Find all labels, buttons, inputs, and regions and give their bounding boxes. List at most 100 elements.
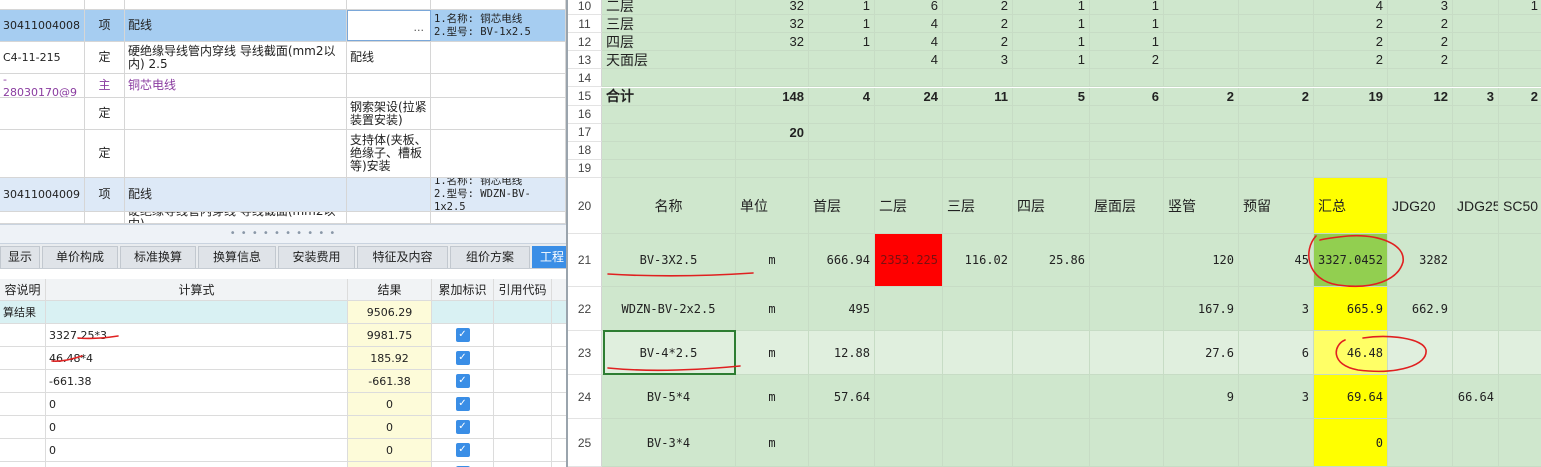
sheet-cell[interactable]: 2	[1314, 15, 1388, 34]
row-header[interactable]: 19	[568, 159, 602, 178]
sheet-cell[interactable]: 120	[1164, 234, 1239, 287]
sheet-cell[interactable]	[809, 51, 875, 70]
calc-row[interactable]: 3327.25*3 9981.75 ✓	[0, 324, 566, 347]
sheet-cell[interactable]	[1090, 331, 1164, 375]
sheet-cell[interactable]	[1090, 123, 1164, 142]
sheet-cell[interactable]	[1239, 123, 1314, 142]
sheet-cell[interactable]: 2	[1388, 33, 1453, 52]
sheet-cell[interactable]: 665.9	[1314, 287, 1388, 331]
sheet-cell[interactable]	[1314, 69, 1388, 88]
sheet-cell[interactable]: 2	[1164, 87, 1239, 106]
sheet-cell[interactable]: 9	[1164, 375, 1239, 419]
sheet-cell[interactable]	[1388, 375, 1453, 419]
bill-feature-cell[interactable]	[347, 74, 431, 97]
tab-6[interactable]: 组价方案	[450, 246, 530, 268]
bill-type-cell[interactable]: 项	[85, 178, 125, 211]
sheet-cell[interactable]: 69.64	[1314, 375, 1388, 419]
sheet-cell[interactable]	[875, 375, 943, 419]
calc-desc-cell[interactable]	[0, 462, 46, 467]
row-header[interactable]: 11	[568, 15, 602, 34]
sheet-cell[interactable]	[875, 105, 943, 124]
sheet-cell[interactable]	[1388, 123, 1453, 142]
sheet-cell[interactable]	[1453, 159, 1499, 178]
sheet-cell[interactable]	[1499, 234, 1541, 287]
bill-row[interactable]: 定 钢索架设(拉紧装置安装)	[0, 98, 566, 130]
calc-accumulate-cell[interactable]: ✓	[432, 416, 494, 438]
bill-desc-cell[interactable]: 1.名称: 铜芯电线 2.型号: BV-1x2.5	[431, 10, 566, 41]
sheet-cell[interactable]: 4	[875, 15, 943, 34]
bill-type-cell[interactable]	[85, 0, 125, 9]
sheet-cell[interactable]: 12.88	[809, 331, 875, 375]
sheet-cell[interactable]	[875, 287, 943, 331]
sheet-cell[interactable]	[1499, 15, 1541, 34]
sheet-cell[interactable]	[1453, 33, 1499, 52]
sheet-cell[interactable]	[1164, 0, 1239, 15]
sheet-header-cell[interactable]: 竖管	[1164, 178, 1239, 234]
bill-row[interactable]: 硬绝缘导线管内穿线 导线截面(mm2以内)	[0, 212, 566, 224]
sheet-cell[interactable]	[1453, 123, 1499, 142]
sheet-cell[interactable]	[943, 159, 1013, 178]
sheet-cell[interactable]: 6	[1090, 87, 1164, 106]
sheet-cell[interactable]: 1	[809, 15, 875, 34]
sheet-cell[interactable]: 1	[1013, 0, 1090, 15]
sheet-cell[interactable]	[1453, 0, 1499, 15]
bill-feature-cell[interactable]	[347, 212, 431, 223]
sheet-cell[interactable]: 2	[1314, 33, 1388, 52]
sheet-cell[interactable]	[602, 141, 736, 160]
row-header[interactable]: 14	[568, 69, 602, 88]
sheet-cell[interactable]	[809, 123, 875, 142]
bill-code-cell[interactable]	[0, 212, 85, 223]
bill-code-cell[interactable]	[0, 0, 85, 9]
sheet-cell[interactable]	[943, 331, 1013, 375]
calc-ref-cell[interactable]	[494, 416, 552, 438]
bill-type-cell[interactable]: 主	[85, 74, 125, 97]
sheet-cell[interactable]: 2	[1388, 15, 1453, 34]
calc-expr-cell[interactable]: 0	[46, 416, 348, 438]
calc-ref-cell[interactable]	[494, 370, 552, 392]
bill-feature-cell[interactable]: 钢索架设(拉紧装置安装)	[347, 98, 431, 129]
bill-row[interactable]: 30411004009 项 配线 1.名称: 铜芯电线 2.型号: WDZN-BV-1…	[0, 178, 566, 212]
sheet-cell[interactable]: 2	[1388, 51, 1453, 70]
sheet-header-cell[interactable]: 名称	[602, 178, 736, 234]
sheet-cell[interactable]: BV-5*4	[602, 375, 736, 419]
sheet-cell[interactable]	[736, 51, 809, 70]
sheet-cell[interactable]	[1013, 287, 1090, 331]
bill-feature-cell[interactable]	[347, 0, 431, 9]
sheet-cell[interactable]	[1090, 159, 1164, 178]
sheet-cell[interactable]	[1164, 123, 1239, 142]
sheet-cell[interactable]: 148	[736, 87, 809, 106]
ellipsis-button[interactable]: ...	[414, 21, 425, 34]
bill-row[interactable]: - 28030170@9 主 铜芯电线	[0, 74, 566, 98]
sheet-cell[interactable]: BV-3*4	[602, 419, 736, 467]
row-header[interactable]: 12	[568, 33, 602, 52]
calc-ref-cell[interactable]	[494, 393, 552, 415]
sheet-cell[interactable]: 合计	[602, 87, 736, 106]
sheet-cell[interactable]	[943, 69, 1013, 88]
sheet-cell[interactable]	[1499, 33, 1541, 52]
sheet-cell[interactable]: 46.48	[1314, 331, 1388, 375]
sheet-cell[interactable]	[1164, 33, 1239, 52]
calc-expr-cell[interactable]: 0	[46, 393, 348, 415]
calc-desc-cell[interactable]	[0, 370, 46, 392]
sheet-cell[interactable]	[602, 69, 736, 88]
sheet-cell[interactable]	[809, 159, 875, 178]
sheet-cell[interactable]: 天面层	[602, 51, 736, 70]
bill-name-cell[interactable]: 配线	[125, 10, 347, 41]
sheet-cell[interactable]	[1388, 331, 1453, 375]
bill-desc-cell[interactable]	[431, 212, 566, 223]
accumulate-checkbox[interactable]: ✓	[455, 443, 470, 457]
sheet-cell[interactable]	[1453, 287, 1499, 331]
sheet-cell[interactable]: 11	[943, 87, 1013, 106]
calc-desc-cell[interactable]	[0, 439, 46, 461]
sheet-cell[interactable]	[736, 69, 809, 88]
sheet-header-cell[interactable]: 四层	[1013, 178, 1090, 234]
sheet-cell[interactable]: 2	[943, 33, 1013, 52]
bill-name-cell[interactable]: 硬绝缘导线管内穿线 导线截面(mm2以内) 2.5	[125, 42, 347, 73]
sheet-cell[interactable]: 3327.0452	[1314, 234, 1388, 287]
sheet-header-cell[interactable]: JDG25	[1453, 178, 1499, 234]
calc-ref-cell[interactable]	[494, 347, 552, 369]
sheet-cell[interactable]: 三层	[602, 15, 736, 34]
sheet-cell[interactable]: 6	[875, 0, 943, 15]
sheet-cell[interactable]	[1090, 234, 1164, 287]
sheet-cell[interactable]	[1499, 419, 1541, 467]
